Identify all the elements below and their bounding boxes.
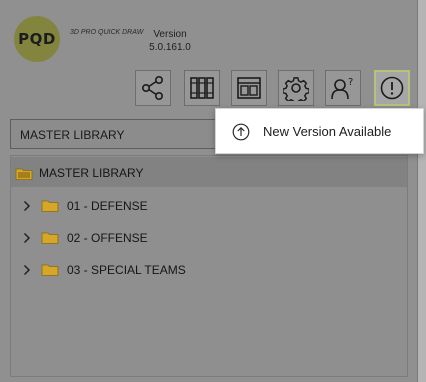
folder-icon — [41, 232, 59, 244]
tree-item-label: 03 - SPECIAL TEAMS — [67, 263, 186, 277]
svg-text:?: ? — [348, 77, 353, 88]
help-person-icon: ? — [331, 77, 353, 100]
share-icon — [141, 75, 164, 100]
version-label: Version — [153, 29, 187, 40]
app-logo: PQD — [14, 16, 60, 62]
new-version-menu-item[interactable]: New Version Available — [216, 109, 423, 153]
library-books-icon — [190, 77, 214, 99]
help-button[interactable]: ? — [325, 70, 361, 106]
tree-item-label: 02 - OFFENSE — [67, 231, 148, 245]
logo-text: PQD — [18, 30, 56, 48]
tree-root-label: MASTER LIBRARY — [39, 166, 144, 180]
upload-arrow-circle-icon — [232, 123, 250, 141]
folder-open-icon — [15, 168, 33, 180]
version-info: Version 5.0.161.0 — [136, 28, 204, 54]
app-window: PQD 3D PRO QUICK DRAW Version 5.0.161.0 — [0, 0, 426, 382]
layout-button[interactable] — [231, 70, 267, 106]
settings-button[interactable] — [278, 70, 314, 106]
library-select-value: MASTER LIBRARY — [20, 128, 125, 142]
alert-button[interactable] — [374, 70, 410, 106]
tree-item[interactable]: 02 - OFFENSE — [11, 223, 407, 251]
version-number: 5.0.161.0 — [149, 42, 191, 53]
folder-icon — [41, 264, 59, 276]
tree-item[interactable]: 01 - DEFENSE — [11, 191, 407, 219]
share-button[interactable] — [135, 70, 171, 106]
new-version-label: New Version Available — [263, 124, 392, 139]
exclamation-circle-icon — [380, 76, 404, 100]
tree-item[interactable]: 03 - SPECIAL TEAMS — [11, 255, 407, 283]
library-button[interactable] — [184, 70, 220, 106]
layout-icon — [237, 77, 261, 99]
folder-icon — [41, 200, 59, 212]
gear-icon — [283, 77, 309, 101]
library-tree: MASTER LIBRARY 01 - DEFENSE 02 - OFFENSE… — [10, 155, 408, 377]
chevron-right-icon[interactable] — [23, 264, 31, 276]
chevron-right-icon[interactable] — [23, 232, 31, 244]
main-panel: PQD 3D PRO QUICK DRAW Version 5.0.161.0 — [0, 0, 418, 382]
notification-popup: New Version Available — [215, 108, 424, 154]
tree-item-label: 01 - DEFENSE — [67, 199, 148, 213]
chevron-right-icon[interactable] — [23, 200, 31, 212]
app-tagline: 3D PRO QUICK DRAW — [70, 29, 144, 36]
library-select[interactable]: MASTER LIBRARY — [10, 119, 250, 149]
tree-root-item[interactable]: MASTER LIBRARY — [11, 157, 407, 187]
scrollbar[interactable] — [418, 0, 426, 382]
